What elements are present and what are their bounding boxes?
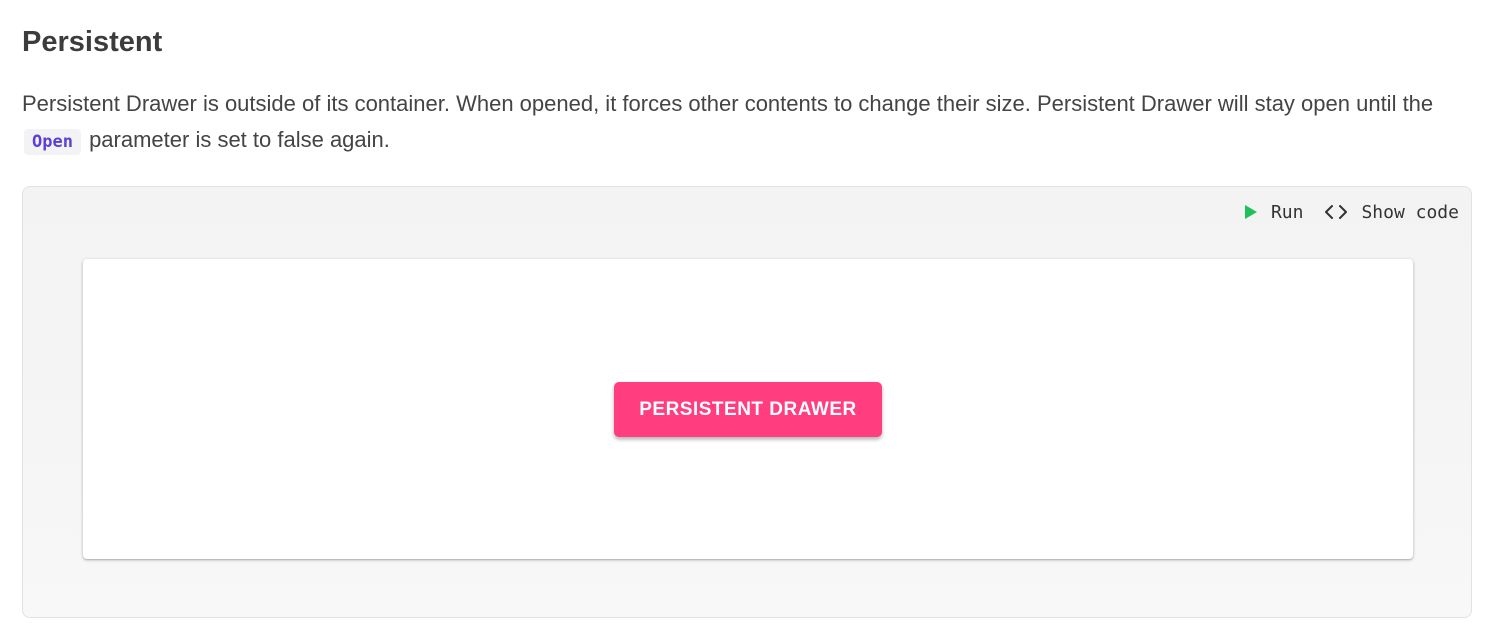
- persistent-drawer-button[interactable]: Persistent Drawer: [614, 382, 882, 437]
- show-code-button[interactable]: Show code: [1325, 199, 1459, 225]
- example-toolbar: Run Show code: [1244, 199, 1459, 225]
- description-text-end: parameter is set to false again.: [82, 127, 390, 152]
- show-code-label: Show code: [1361, 201, 1459, 223]
- code-brackets-icon: [1325, 204, 1348, 220]
- example-panel: Run Show code Persistent Drawer: [22, 186, 1472, 618]
- play-icon: [1244, 205, 1257, 219]
- run-button[interactable]: Run: [1244, 199, 1304, 225]
- open-parameter-code: Open: [24, 129, 81, 155]
- section-title: Persistent: [22, 26, 163, 58]
- section-description: Persistent Drawer is outside of its cont…: [22, 86, 1462, 160]
- description-text-start: Persistent Drawer is outside of its cont…: [22, 91, 1434, 116]
- demo-card: Persistent Drawer: [83, 259, 1413, 559]
- run-label: Run: [1270, 201, 1304, 223]
